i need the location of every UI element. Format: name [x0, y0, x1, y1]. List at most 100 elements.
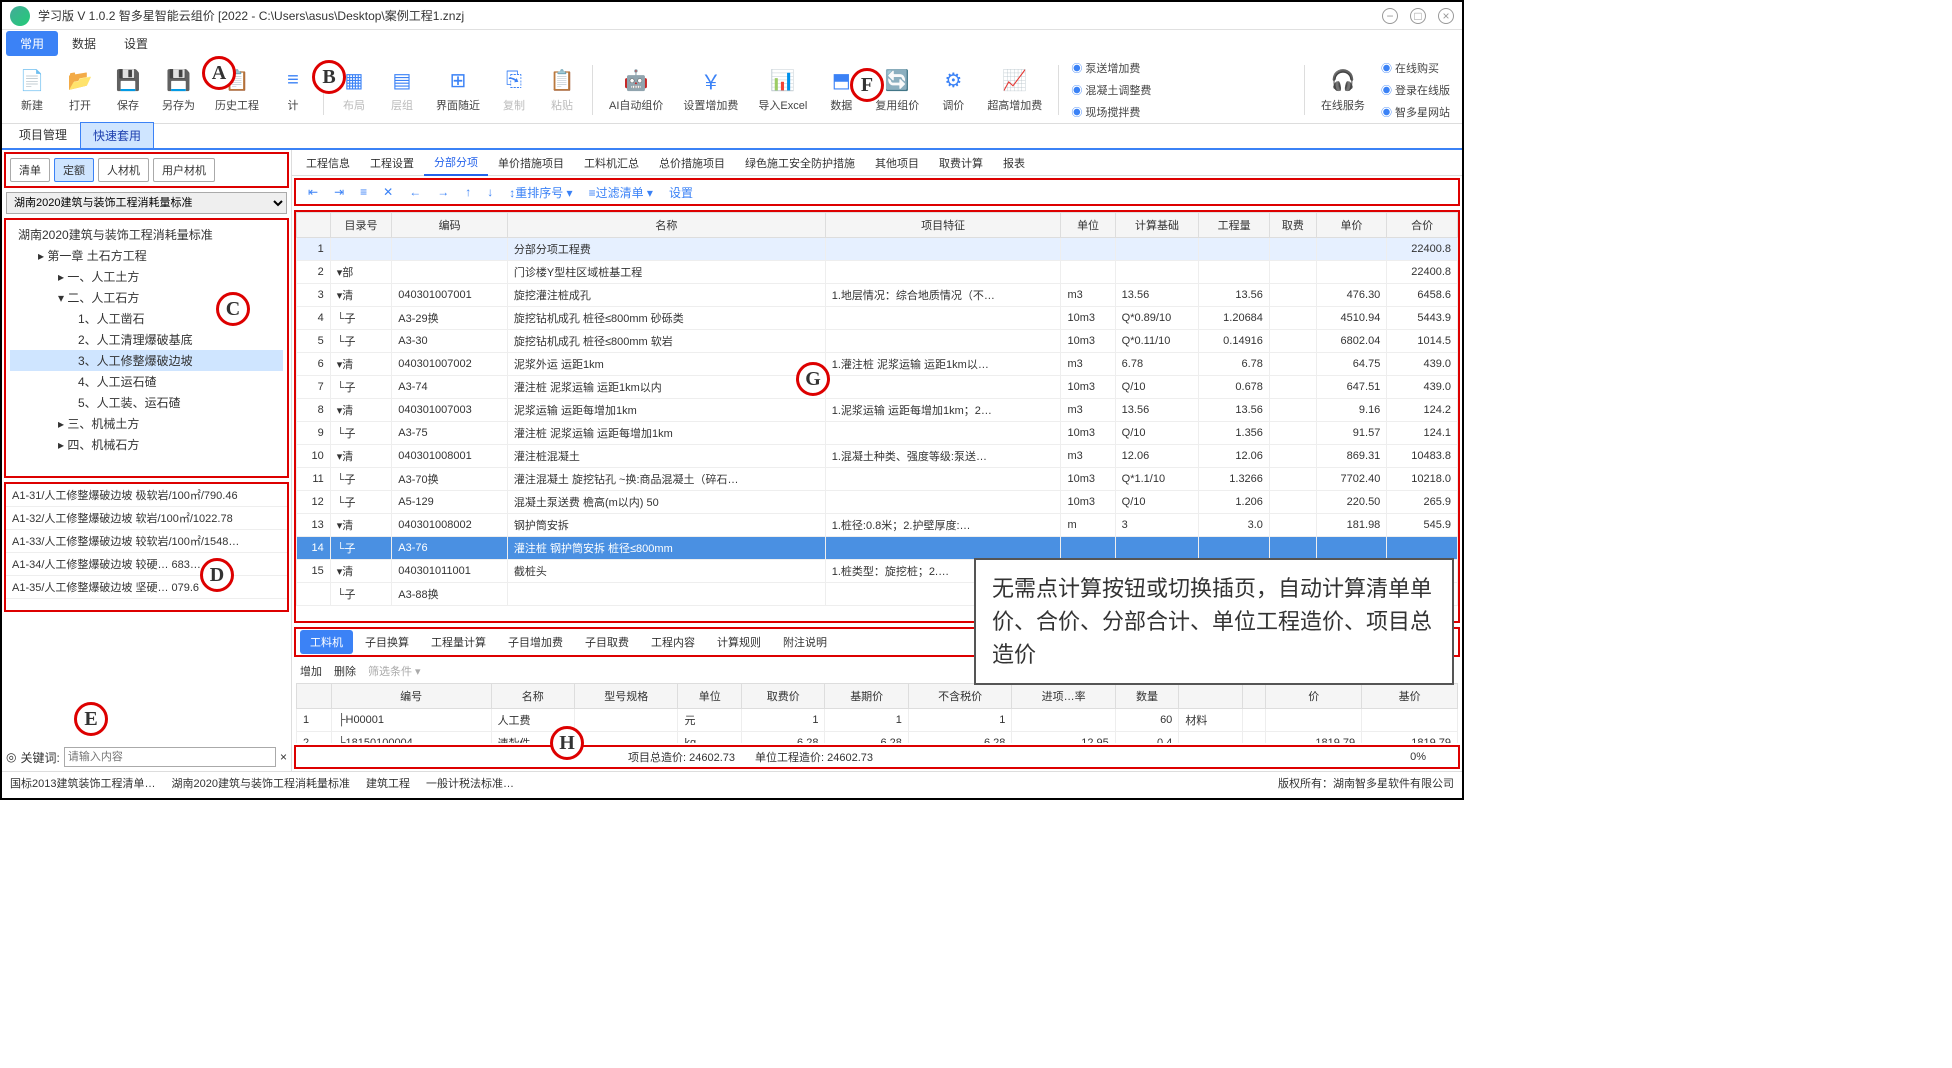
adjust-button[interactable]: ⚙调价	[931, 65, 975, 115]
tool-button[interactable]: ←	[405, 183, 425, 201]
list-item[interactable]: A1-32/人工修整爆破边坡 软岩/100㎡/1022.78	[6, 507, 287, 530]
login-link[interactable]: 登录在线版	[1377, 80, 1454, 100]
detail-tab[interactable]: 分部分项	[424, 150, 488, 176]
tool-button[interactable]: ≡	[356, 183, 371, 201]
bottom-tab[interactable]: 子目换算	[355, 630, 419, 654]
saveas-button[interactable]: 💾另存为	[154, 65, 203, 115]
copy-button[interactable]: ⎘复制	[492, 65, 536, 115]
tool-button[interactable]: ⇥	[330, 183, 348, 201]
table-row[interactable]: 13 ▾清040301008002钢护筒安拆1.桩径:0.8米；2.护壁厚度:……	[297, 514, 1458, 537]
menu-settings[interactable]: 设置	[110, 31, 162, 56]
table-row[interactable]: 6 ▾清040301007002泥浆外运 运距1km1.灌注桩 泥浆运输 运距1…	[297, 353, 1458, 376]
table-row[interactable]: 2└18150100004連紮件kg6.286.286.2812.950.418…	[297, 732, 1458, 744]
detail-tab[interactable]: 工料机汇总	[574, 151, 649, 175]
tree-item[interactable]: 5、人工装、运石碴	[10, 392, 283, 413]
list-item[interactable]: A1-33/人工修整爆破边坡 较软岩/100㎡/1548…	[6, 530, 287, 553]
service-button[interactable]: 🎧在线服务	[1313, 65, 1373, 115]
tool-button[interactable]: →	[433, 183, 453, 201]
detail-tab[interactable]: 报表	[993, 151, 1035, 175]
paste-button[interactable]: 📋粘贴	[540, 65, 584, 115]
random-button[interactable]: ⊞界面随近	[428, 65, 488, 115]
detail-tab[interactable]: 单价措施项目	[488, 151, 574, 175]
list-item[interactable]: A1-35/人工修整爆破边坡 坚硬… 079.6	[6, 576, 287, 599]
minimize-icon[interactable]: −	[1382, 8, 1398, 24]
tree-item[interactable]: 4、人工运石碴	[10, 371, 283, 392]
detail-tab[interactable]: 工程设置	[360, 151, 424, 175]
tab-quick-apply[interactable]: 快速套用	[80, 122, 154, 148]
tool-button[interactable]: ↓	[483, 183, 497, 201]
list-item[interactable]: A1-31/人工修整爆破边坡 极软岩/100㎡/790.46	[6, 484, 287, 507]
tab-project-manage[interactable]: 项目管理	[6, 121, 80, 148]
table-row[interactable]: 7 └子A3-74灌注桩 泥浆运输 运距1km以内10m3Q/100.67864…	[297, 376, 1458, 399]
tool-button[interactable]: ↑	[461, 183, 475, 201]
bottom-tab[interactable]: 附注说明	[773, 630, 837, 654]
buy-link[interactable]: 在线购买	[1377, 58, 1454, 78]
table-row[interactable]: 10 ▾清040301008001灌注桩混凝土1.混凝土种类、强度等级:泵送…m…	[297, 445, 1458, 468]
bottom-tab[interactable]: 子目增加费	[498, 630, 573, 654]
detail-tab[interactable]: 绿色施工安全防护措施	[735, 151, 865, 175]
filter-quota[interactable]: 定额	[54, 158, 94, 182]
table-row[interactable]: 9 └子A3-75灌注桩 泥浆运输 运距每增加1km10m3Q/101.3569…	[297, 422, 1458, 445]
mix-fee[interactable]: 现场搅拌费	[1067, 102, 1155, 122]
site-link[interactable]: 智多星网站	[1377, 102, 1454, 122]
bottom-tab[interactable]: 计算规则	[707, 630, 771, 654]
table-row[interactable]: 12 └子A5-129混凝土泵送费 檐高(m以内) 5010m3Q/101.20…	[297, 491, 1458, 514]
table-row[interactable]: 5 └子A3-30旋挖钻机成孔 桩径≤800mm 软岩10m3Q*0.11/10…	[297, 330, 1458, 353]
tool-button[interactable]: ↕重排序号 ▾	[505, 182, 576, 203]
save-button[interactable]: 💾保存	[106, 65, 150, 115]
detail-tab[interactable]: 其他项目	[865, 151, 929, 175]
detail-tab[interactable]: 取费计算	[929, 151, 993, 175]
tree-item[interactable]: ▸ 三、机械土方	[10, 413, 283, 434]
concrete-fee[interactable]: 混凝土调整费	[1067, 80, 1155, 100]
table-row[interactable]: 2▾部门诊楼Y型柱区域桩基工程22400.8	[297, 261, 1458, 284]
tool-button[interactable]: ✕	[379, 183, 397, 201]
bottom-tab[interactable]: 工料机	[300, 630, 353, 654]
table-row[interactable]: 11 └子A3-70换灌注混凝土 旋挖钻孔 ~换:商品混凝土（碎石…10m3Q*…	[297, 468, 1458, 491]
table-row[interactable]: 1分部分项工程费22400.8	[297, 238, 1458, 261]
menu-common[interactable]: 常用	[6, 31, 58, 56]
addfee-button[interactable]: ￥设置增加费	[675, 65, 746, 115]
tool-button[interactable]: ⇤	[304, 183, 322, 201]
tree-item[interactable]: 2、人工清理爆破基底	[10, 329, 283, 350]
table-row[interactable]: 1├H00001人工费元11160材料	[297, 709, 1458, 732]
tree-item[interactable]: ▸ 四、机械石方	[10, 434, 283, 455]
filter-rcj[interactable]: 人材机	[98, 158, 149, 182]
tree-item[interactable]: 湖南2020建筑与装饰工程消耗量标准	[10, 224, 283, 245]
high-button[interactable]: 📈超高增加费	[979, 65, 1050, 115]
keyword-input[interactable]	[64, 747, 276, 767]
menu-data[interactable]: 数据	[58, 31, 110, 56]
del-button[interactable]: 删除	[334, 663, 356, 679]
table-row[interactable]: 8 ▾清040301007003泥浆运输 运距每增加1km1.泥浆运输 运距每增…	[297, 399, 1458, 422]
filter-list[interactable]: 清单	[10, 158, 50, 182]
tool-button[interactable]: ≡过滤清单 ▾	[585, 182, 657, 203]
ai-button[interactable]: 🤖AI自动组价	[601, 65, 671, 115]
list-item[interactable]: A1-34/人工修整爆破边坡 较硬… 683…	[6, 553, 287, 576]
detail-tab[interactable]: 总价措施项目	[649, 151, 735, 175]
sub-grid[interactable]: 编号名称型号规格单位取费价基期价不含税价进项…率数量价基价1├H00001人工费…	[296, 683, 1458, 743]
bottom-tab[interactable]: 工程量计算	[421, 630, 496, 654]
filter-user-material[interactable]: 用户材机	[153, 158, 215, 182]
table-row[interactable]: 4 └子A3-29换旋挖钻机成孔 桩径≤800mm 砂砾类10m3Q*0.89/…	[297, 307, 1458, 330]
bottom-tab[interactable]: 子目取费	[575, 630, 639, 654]
detail-tab[interactable]: 工程信息	[296, 151, 360, 175]
folder-icon: 📂	[66, 67, 94, 95]
table-row[interactable]: 14 └子A3-76灌注桩 钢护筒安拆 桩径≤800mm	[297, 537, 1458, 560]
tool-button[interactable]: 设置	[665, 182, 697, 203]
table-row[interactable]: 3 ▾清040301007001旋挖灌注桩成孔1.地层情况：综合地质情况（不…m…	[297, 284, 1458, 307]
maximize-icon[interactable]: □	[1410, 8, 1426, 24]
pump-fee[interactable]: 泵送增加费	[1067, 58, 1155, 78]
add-button[interactable]: 增加	[300, 663, 322, 679]
new-button[interactable]: 📄新建	[10, 65, 54, 115]
standard-select[interactable]: 湖南2020建筑与装饰工程消耗量标准	[6, 192, 287, 214]
tree-item[interactable]: ▸ 第一章 土石方工程	[10, 245, 283, 266]
filter-cond[interactable]: 筛选条件 ▾	[368, 663, 421, 679]
layer-button[interactable]: ▤层组	[380, 65, 424, 115]
tree-item[interactable]: 3、人工修整爆破边坡	[10, 350, 283, 371]
bottom-tab[interactable]: 工程内容	[641, 630, 705, 654]
excel-button[interactable]: 📊导入Excel	[750, 65, 815, 115]
open-button[interactable]: 📂打开	[58, 65, 102, 115]
calc-button[interactable]: ≡计	[271, 65, 315, 115]
close-icon[interactable]: ×	[1438, 8, 1454, 24]
tree-item[interactable]: ▸ 一、人工土方	[10, 266, 283, 287]
kw-clear-icon[interactable]: ×	[280, 750, 287, 764]
